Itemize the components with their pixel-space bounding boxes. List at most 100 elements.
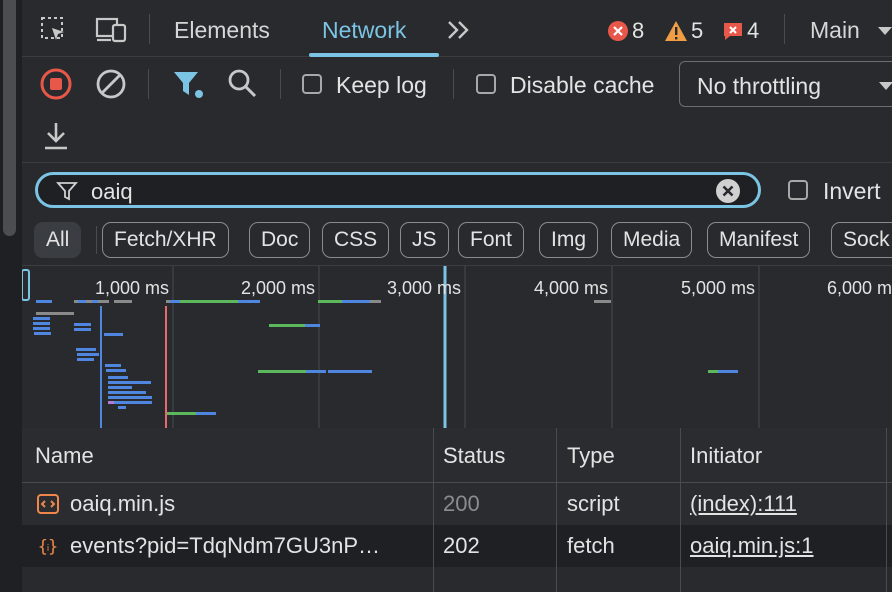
filter-icon [56, 182, 78, 201]
timeline-tick-label: 2,000 ms [240, 278, 315, 298]
chevron-down-icon [879, 82, 892, 90]
timeline-tick-label: 4,000 ms [533, 278, 608, 298]
table-row[interactable]: {} i events?pid=TdqNdm7GU3nP… 202 fetch o… [22, 525, 892, 567]
tab-network[interactable]: Network [322, 17, 406, 44]
timeline-request-bar [33, 327, 50, 330]
invert-checkbox[interactable] [788, 180, 808, 200]
warnings-badge[interactable]: 5 [664, 18, 703, 44]
throttling-select[interactable]: No throttling [679, 61, 892, 107]
errors-badge[interactable]: 8 [607, 18, 644, 44]
type-filter-all[interactable]: All [34, 222, 82, 258]
tabbar-separator [149, 14, 150, 44]
timeline-request-bar [114, 300, 132, 303]
context-selector[interactable]: Main [810, 17, 860, 44]
request-type: script [567, 491, 620, 516]
type-filter-sock[interactable]: Sock [831, 222, 892, 258]
throttling-value: No throttling [697, 73, 822, 99]
request-initiator-link[interactable]: oaiq.min.js:1 [690, 533, 814, 559]
device-toolbar-icon[interactable] [95, 16, 129, 49]
fetch-request-icon: {}i [38, 537, 58, 557]
timeline-request-bar [118, 406, 126, 409]
toolbar-separator [453, 69, 454, 99]
import-har-icon[interactable] [42, 121, 70, 156]
timeline-request-bar [258, 370, 306, 373]
column-separator [556, 428, 557, 592]
issues-count: 4 [747, 18, 760, 43]
request-status: 200 [443, 491, 480, 516]
timeline-tick-label: 3,000 ms [386, 278, 461, 298]
timeline-request-bar [34, 332, 51, 335]
timeline-request-bar [318, 300, 342, 303]
search-icon[interactable] [227, 68, 259, 105]
timeline-request-bar [114, 401, 132, 404]
chevron-down-icon[interactable] [877, 24, 892, 42]
type-filter-css[interactable]: CSS [322, 222, 390, 258]
type-filter-media[interactable]: Media [611, 222, 693, 258]
timeline-request-bar [108, 396, 152, 399]
type-filter-fetchxhr[interactable]: Fetch/XHR [102, 222, 229, 258]
tabbar-separator [784, 14, 785, 44]
timeline-request-bar [108, 391, 146, 394]
timeline-request-bar [111, 381, 151, 384]
timeline-handle [22, 269, 30, 301]
table-row[interactable]: oaiq.min.js 200 script (index):111 [22, 483, 892, 525]
timeline-request-bar [36, 300, 52, 303]
request-initiator-link[interactable]: (index):111 [690, 491, 797, 517]
more-tabs-icon[interactable] [446, 19, 472, 46]
timeline-request-bar [78, 300, 86, 303]
filter-input[interactable]: oaiq [35, 172, 761, 208]
column-separator [886, 428, 887, 592]
timeline-request-bar [77, 358, 94, 361]
type-filter-font[interactable]: Font [458, 222, 525, 258]
type-filter-manifest[interactable]: Manifest [707, 222, 811, 258]
column-header-status[interactable]: Status [443, 443, 505, 469]
timeline-request-bar [305, 324, 320, 327]
request-name: oaiq.min.js [70, 491, 176, 516]
keep-log-checkbox[interactable] [302, 74, 322, 94]
disable-cache-checkbox[interactable] [476, 74, 496, 94]
filter-icon[interactable] [172, 69, 206, 106]
timeline-request-bar [306, 370, 326, 373]
timeline-request-bar [708, 370, 718, 373]
type-filter-img[interactable]: Img [539, 222, 599, 258]
inspect-element-icon[interactable] [40, 16, 68, 49]
chip-separator [96, 226, 97, 254]
issues-badge[interactable]: 4 [722, 18, 759, 44]
column-header-type[interactable]: Type [567, 443, 615, 469]
timeline-request-bar [92, 300, 98, 303]
request-status: 202 [443, 533, 480, 558]
timeline-request-bar [180, 300, 238, 303]
timeline-request-bar [718, 370, 738, 373]
timeline-overview[interactable]: 1,000 ms 2,000 ms 3,000 ms 4,000 ms 5,000 ms… [22, 265, 892, 429]
network-toolbar: Keep log Disable cache No throttling [22, 57, 892, 163]
timeline-request-bar [269, 324, 305, 327]
type-filter-js[interactable]: JS [400, 222, 449, 258]
column-header-name[interactable]: Name [35, 443, 94, 469]
scrollbar-thumb[interactable] [3, 0, 16, 236]
timeline-request-bar [196, 412, 216, 415]
request-name: events?pid=TdqNdm7GU3nP… [70, 533, 380, 558]
timeline-request-bar [74, 323, 91, 326]
warnings-count: 5 [691, 18, 704, 43]
timeline-request-bar [74, 328, 91, 331]
timeline-request-bar [108, 386, 132, 389]
timeline-request-bar [328, 370, 352, 373]
timeline-request-bar [36, 312, 74, 315]
timeline-request-bar [342, 300, 370, 303]
warning-icon [665, 21, 687, 41]
timeline-request-bar [77, 353, 99, 356]
timeline-tick-label: 1,000 ms [94, 278, 169, 298]
tab-elements[interactable]: Elements [174, 17, 270, 44]
column-header-initiator[interactable]: Initiator [690, 443, 762, 469]
clear-filter-icon[interactable] [715, 178, 741, 204]
stop-recording-icon[interactable] [40, 68, 72, 105]
timeline-request-bar [106, 369, 126, 372]
issue-icon [724, 23, 742, 40]
keep-log-label: Keep log [336, 72, 427, 98]
timeline-request-bar [33, 322, 50, 325]
errors-count: 8 [632, 18, 645, 43]
clear-icon[interactable] [95, 68, 127, 105]
filter-input-value: oaiq [91, 179, 133, 204]
type-filter-doc[interactable]: Doc [249, 222, 311, 258]
timeline-request-bar [166, 412, 196, 415]
